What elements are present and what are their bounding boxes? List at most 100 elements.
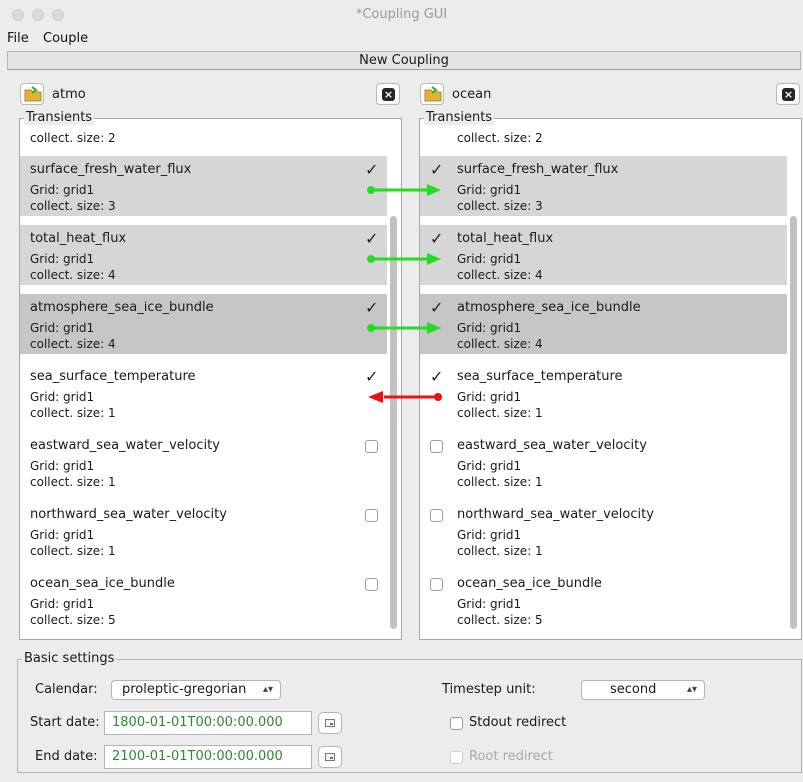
couple-checkbox[interactable] — [365, 298, 378, 317]
list-item[interactable]: sea_surface_temperature Grid: grid1 coll… — [20, 363, 387, 423]
right-component-header: ocean × — [420, 83, 803, 105]
couple-checkbox[interactable] — [365, 509, 378, 522]
couple-checkbox[interactable] — [365, 440, 378, 453]
field-collect: collect. size: 4 — [30, 268, 116, 282]
list-item[interactable]: northward_sea_water_velocity Grid: grid1… — [420, 501, 787, 561]
stdout-redirect-label: Stdout redirect — [469, 715, 567, 730]
list-item[interactable]: sea_surface_temperature Grid: grid1 coll… — [420, 363, 787, 423]
couple-checkbox[interactable] — [430, 160, 443, 179]
field-grid: Grid: grid1 — [30, 321, 95, 335]
field-grid: Grid: grid1 — [30, 252, 95, 266]
scrollbar[interactable] — [390, 216, 397, 629]
couple-checkbox[interactable] — [365, 229, 378, 248]
couple-checkbox[interactable] — [365, 367, 378, 386]
field-collect: collect. size: 1 — [457, 406, 543, 420]
field-collect: collect. size: 5 — [457, 613, 543, 627]
couple-checkbox[interactable] — [430, 367, 443, 386]
folder-icon — [24, 86, 42, 102]
start-date-field[interactable]: 1800-01-01T00:00:00.000 — [104, 711, 312, 735]
field-collect: collect. size: 3 — [457, 199, 543, 213]
window-title: *Coupling GUI — [355, 7, 448, 22]
start-date-label: Start date: — [30, 715, 100, 730]
couple-checkbox[interactable] — [430, 229, 443, 248]
list-item[interactable]: ocean_sea_ice_bundle Grid: grid1 collect… — [20, 570, 387, 630]
close-component-button[interactable]: × — [376, 83, 400, 105]
open-folder-button[interactable] — [420, 83, 444, 105]
field-name: surface_fresh_water_flux — [30, 162, 192, 177]
couple-checkbox[interactable] — [365, 578, 378, 591]
scrollbar[interactable] — [790, 216, 797, 629]
end-date-picker-button[interactable] — [318, 746, 342, 768]
field-collect: collect. size: 3 — [30, 199, 116, 213]
couple-checkbox[interactable] — [430, 440, 443, 453]
timestep-unit-select[interactable]: second ▴▾ — [581, 680, 705, 700]
list-item[interactable]: surface_fresh_water_flux Grid: grid1 col… — [20, 156, 387, 216]
group-title: Basic settings — [22, 651, 117, 666]
field-name: atmosphere_sea_ice_bundle — [30, 300, 214, 315]
root-redirect-label: Root redirect — [469, 749, 553, 764]
field-grid: Grid: grid1 — [457, 390, 522, 404]
left-transients-list[interactable]: collect. size: 2 surface_fresh_water_flu… — [20, 119, 401, 639]
couple-checkbox[interactable] — [430, 298, 443, 317]
field-grid: Grid: grid1 — [457, 597, 522, 611]
field-name: eastward_sea_water_velocity — [457, 438, 647, 453]
component-name-atmo: atmo — [52, 87, 86, 102]
list-item[interactable]: atmosphere_sea_ice_bundle Grid: grid1 co… — [420, 294, 787, 354]
list-item[interactable]: atmosphere_sea_ice_bundle Grid: grid1 co… — [20, 294, 387, 354]
field-name: atmosphere_sea_ice_bundle — [457, 300, 641, 315]
title-bar: *Coupling GUI — [0, 0, 803, 30]
list-item[interactable]: eastward_sea_water_velocity Grid: grid1 … — [420, 432, 787, 492]
calendar-icon — [325, 753, 335, 761]
field-name: eastward_sea_water_velocity — [30, 438, 220, 453]
field-collect: collect. size: 5 — [30, 613, 116, 627]
close-icon: × — [382, 88, 395, 101]
field-collect: collect. size: 4 — [30, 337, 116, 351]
close-component-button[interactable]: × — [776, 83, 800, 105]
start-date-picker-button[interactable] — [318, 712, 342, 734]
field-name: sea_surface_temperature — [30, 369, 196, 384]
field-grid: Grid: grid1 — [457, 528, 522, 542]
list-item[interactable]: surface_fresh_water_flux Grid: grid1 col… — [420, 156, 787, 216]
field-grid: Grid: grid1 — [30, 459, 95, 473]
couple-checkbox[interactable] — [365, 160, 378, 179]
menu-couple[interactable]: Couple — [43, 31, 88, 46]
field-name: sea_surface_temperature — [457, 369, 623, 384]
root-redirect-checkbox[interactable] — [450, 751, 463, 764]
right-transients-list[interactable]: collect. size: 2 surface_fresh_water_flu… — [420, 119, 801, 639]
field-name: ocean_sea_ice_bundle — [457, 576, 602, 591]
calendar-select[interactable]: proleptic-gregorian ▴▾ — [111, 680, 281, 700]
field-name: ocean_sea_ice_bundle — [30, 576, 175, 591]
menu-file[interactable]: File — [7, 31, 29, 46]
open-folder-button[interactable] — [20, 83, 44, 105]
list-item[interactable]: total_heat_flux Grid: grid1 collect. siz… — [420, 225, 787, 285]
field-collect: collect. size: 1 — [457, 475, 543, 489]
field-grid: Grid: grid1 — [457, 459, 522, 473]
field-collect: collect. size: 1 — [30, 544, 116, 558]
list-item[interactable]: ocean_sea_ice_bundle Grid: grid1 collect… — [420, 570, 787, 630]
field-collect: collect. size: 4 — [457, 268, 543, 282]
couple-checkbox[interactable] — [430, 578, 443, 591]
list-item[interactable]: northward_sea_water_velocity Grid: grid1… — [20, 501, 387, 561]
field-collect: collect. size: 4 — [457, 337, 543, 351]
end-date-label: End date: — [35, 749, 98, 764]
list-item[interactable]: eastward_sea_water_velocity Grid: grid1 … — [20, 432, 387, 492]
menu-bar: File Couple — [0, 30, 803, 48]
field-name: northward_sea_water_velocity — [457, 507, 654, 522]
right-transients-group: Transients collect. size: 2 surface_fres… — [419, 110, 802, 640]
tab-new-coupling[interactable]: New Coupling — [7, 51, 801, 70]
stdout-redirect-checkbox[interactable] — [450, 717, 463, 730]
field-grid: Grid: grid1 — [30, 528, 95, 542]
field-name: northward_sea_water_velocity — [30, 507, 227, 522]
field-grid: Grid: grid1 — [30, 597, 95, 611]
couple-checkbox[interactable] — [430, 509, 443, 522]
left-component-header: atmo × — [20, 83, 403, 105]
list-item[interactable]: total_heat_flux Grid: grid1 collect. siz… — [20, 225, 387, 285]
timestep-unit-value: second — [610, 682, 657, 697]
field-grid: Grid: grid1 — [30, 390, 95, 404]
calendar-icon — [325, 719, 335, 727]
field-name: surface_fresh_water_flux — [457, 162, 619, 177]
field-collect: collect. size: 1 — [30, 475, 116, 489]
end-date-field[interactable]: 2100-01-01T00:00:00.000 — [104, 745, 312, 769]
field-grid: Grid: grid1 — [457, 252, 522, 266]
field-grid: Grid: grid1 — [30, 183, 95, 197]
